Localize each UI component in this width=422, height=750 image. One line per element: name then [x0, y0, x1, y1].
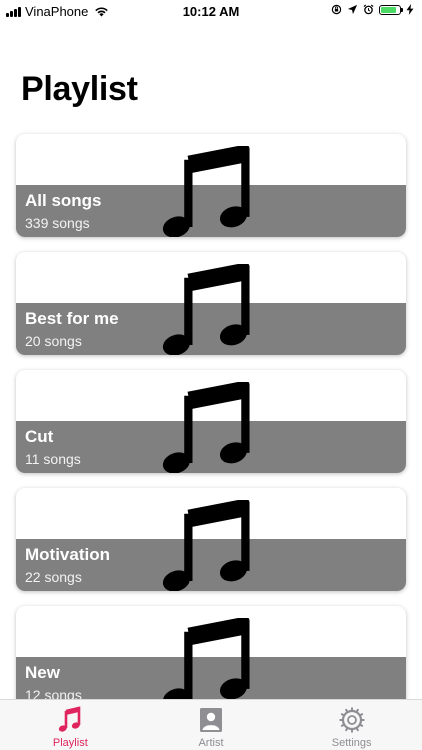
tab-playlist-label: Playlist: [52, 737, 88, 749]
playlist-name: All songs: [25, 191, 102, 210]
playlist-list: All songs 339 songs Best for me 20 songs: [16, 134, 406, 724]
music-note-icon: [162, 382, 250, 473]
music-note-icon: [162, 264, 250, 355]
tab-artist-label: Artist: [198, 737, 224, 749]
playlist-card[interactable]: Cut 11 songs: [16, 370, 406, 473]
playlist-name: Best for me: [25, 309, 119, 328]
battery-level: [381, 6, 397, 13]
music-note-icon: [59, 706, 81, 732]
status-right: [331, 4, 414, 15]
status-bar: VinaPhone 10:12 AM: [0, 0, 422, 22]
playlist-card[interactable]: New 12 songs: [16, 606, 406, 709]
playlist-card[interactable]: All songs 339 songs: [16, 134, 406, 237]
tab-settings[interactable]: Settings: [281, 700, 422, 750]
tab-settings-label: Settings: [331, 737, 372, 749]
tab-playlist[interactable]: Playlist: [0, 700, 141, 750]
battery-icon: [379, 4, 403, 15]
playlist-card[interactable]: Best for me 20 songs: [16, 252, 406, 355]
charging-icon: [406, 4, 414, 15]
gear-icon: [339, 707, 365, 733]
playlist-name: New: [25, 663, 60, 682]
playlist-name: Cut: [25, 427, 54, 446]
person-icon: [200, 708, 222, 732]
alarm-icon: [363, 4, 374, 15]
playlist-song-count: 20 songs: [25, 333, 82, 349]
playlist-card[interactable]: Motivation 22 songs: [16, 488, 406, 591]
orientation-lock-icon: [331, 4, 342, 15]
playlist-name: Motivation: [25, 545, 110, 564]
music-note-icon: [162, 500, 250, 591]
music-note-icon: [162, 618, 250, 709]
tab-bar: Playlist Artist Settings: [0, 699, 422, 750]
location-icon: [347, 4, 358, 15]
playlist-song-count: 11 songs: [25, 451, 81, 467]
playlist-song-count: 22 songs: [25, 569, 82, 585]
tab-artist[interactable]: Artist: [141, 700, 282, 750]
page-title: Playlist: [21, 70, 138, 108]
music-note-icon: [162, 146, 250, 237]
playlist-song-count: 339 songs: [25, 215, 90, 231]
